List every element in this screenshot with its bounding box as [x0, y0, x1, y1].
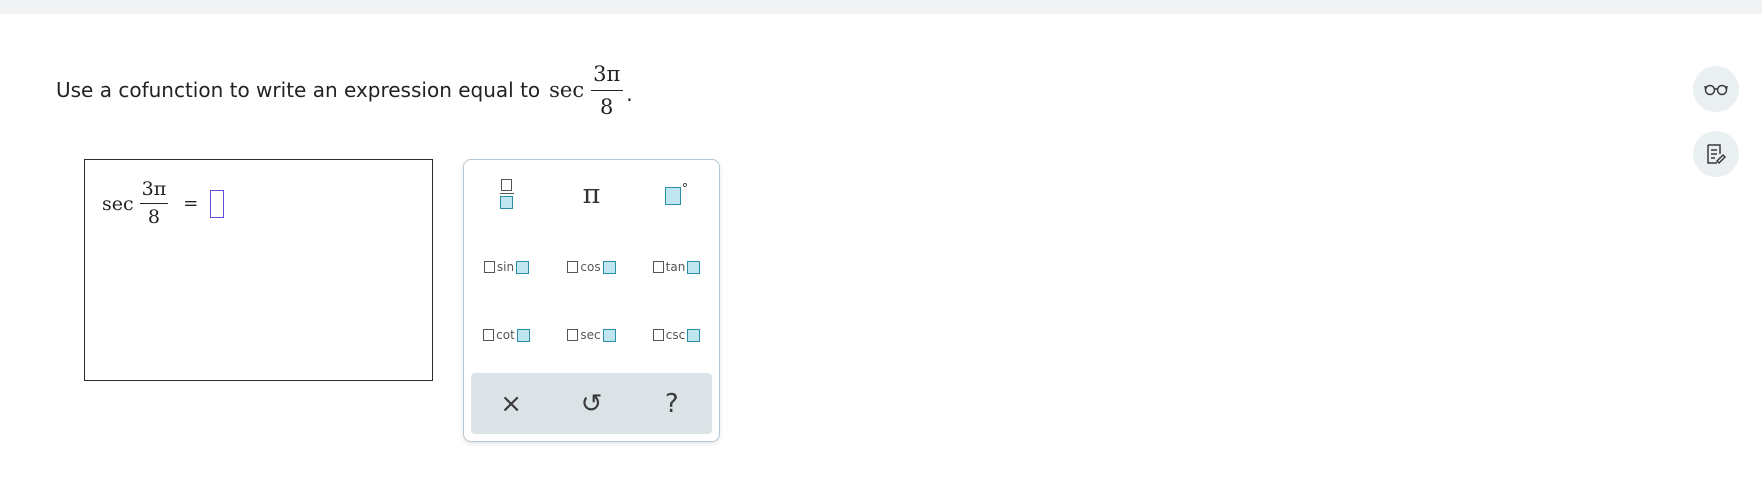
tan-button[interactable]: tan — [634, 247, 719, 287]
question-period: . — [626, 82, 633, 106]
help-icon: ? — [664, 388, 679, 419]
fraction-button[interactable] — [464, 174, 549, 214]
palette-row-basic: π ° — [464, 174, 719, 214]
cos-label: cos — [580, 260, 601, 274]
answer-numerator: 3π — [141, 178, 167, 200]
reading-glasses-button[interactable] — [1693, 66, 1739, 112]
answer-fraction: 3π 8 — [139, 178, 170, 229]
degree-icon: ° — [664, 183, 688, 205]
csc-button[interactable]: csc — [634, 315, 719, 355]
question-numerator: 3π — [593, 61, 621, 86]
fraction-bar — [139, 203, 168, 204]
question-denominator: 8 — [600, 94, 614, 119]
answer-input-area[interactable]: sec 3π 8 = — [84, 159, 433, 381]
undo-button[interactable]: ↺ — [551, 373, 631, 434]
pi-icon: π — [582, 178, 601, 210]
cot-button[interactable]: cot — [464, 315, 549, 355]
palette-row-trig-1: sin cos tan — [464, 247, 719, 287]
fraction-icon — [499, 178, 514, 210]
cos-button[interactable]: cos — [549, 247, 634, 287]
tan-label: tan — [665, 260, 686, 274]
clear-button[interactable]: × — [471, 373, 551, 434]
notes-icon — [1707, 144, 1727, 165]
fraction-bar — [590, 89, 623, 91]
sec-label: sec — [580, 328, 601, 342]
answer-function: sec — [102, 192, 134, 215]
palette-footer: × ↺ ? — [471, 373, 712, 434]
degree-button[interactable]: ° — [634, 174, 719, 214]
pi-button[interactable]: π — [549, 174, 634, 214]
cot-label: cot — [496, 328, 515, 342]
sin-label: sin — [496, 260, 515, 274]
palette-row-trig-2: cot sec csc — [464, 315, 719, 355]
undo-icon: ↺ — [580, 388, 603, 419]
question-fraction: 3π 8 — [590, 61, 623, 120]
answer-slot[interactable] — [210, 189, 225, 218]
answer-expression: sec 3π 8 = — [102, 178, 225, 229]
clear-icon: × — [500, 388, 523, 419]
question-function: sec — [549, 78, 585, 102]
glasses-icon — [1704, 84, 1728, 96]
help-button[interactable]: ? — [632, 373, 712, 434]
top-bar — [0, 0, 1762, 14]
question-prompt: Use a cofunction to write an expression … — [56, 78, 541, 102]
math-palette: π ° sin cos tan cot sec csc × ↺ ? — [463, 159, 720, 442]
answer-denominator: 8 — [147, 206, 160, 228]
sec-button[interactable]: sec — [549, 315, 634, 355]
equals-sign: = — [183, 193, 199, 214]
notes-button[interactable] — [1693, 131, 1739, 177]
csc-label: csc — [665, 328, 686, 342]
question-text: Use a cofunction to write an expression … — [56, 58, 633, 122]
sin-button[interactable]: sin — [464, 247, 549, 287]
